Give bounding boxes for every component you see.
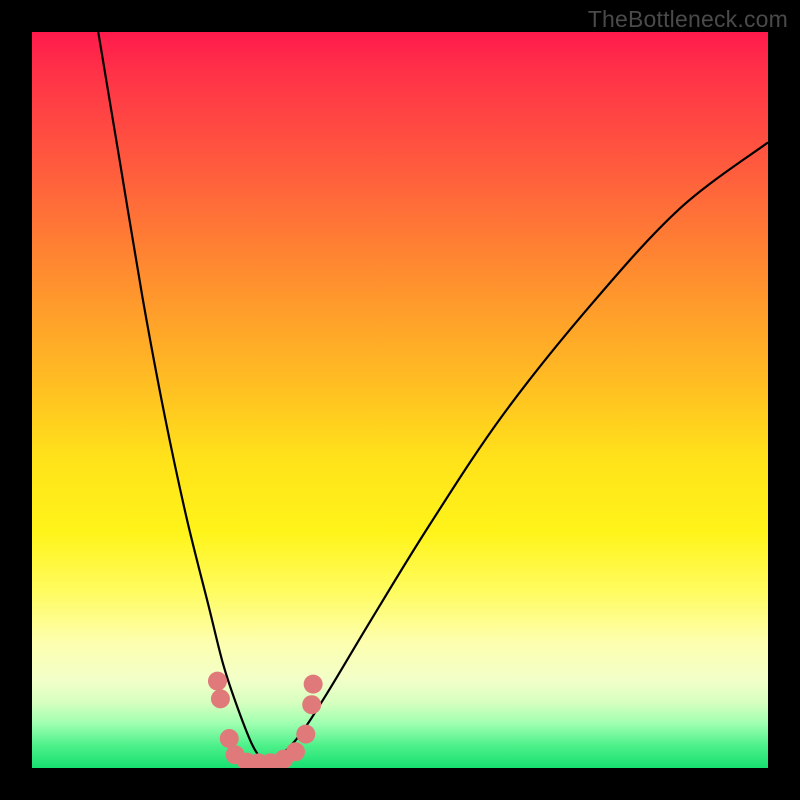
trough-dot xyxy=(304,675,323,694)
curve-left-branch xyxy=(98,32,267,768)
trough-dot xyxy=(302,695,321,714)
curve-layer xyxy=(32,32,768,768)
watermark-text: TheBottleneck.com xyxy=(588,6,788,33)
chart-frame: TheBottleneck.com xyxy=(0,0,800,800)
trough-dot xyxy=(296,725,315,744)
plot-area xyxy=(32,32,768,768)
trough-dot xyxy=(286,742,305,761)
trough-dot xyxy=(220,729,239,748)
trough-dot xyxy=(208,672,227,691)
trough-dot xyxy=(211,689,230,708)
curve-right-branch xyxy=(268,142,768,768)
